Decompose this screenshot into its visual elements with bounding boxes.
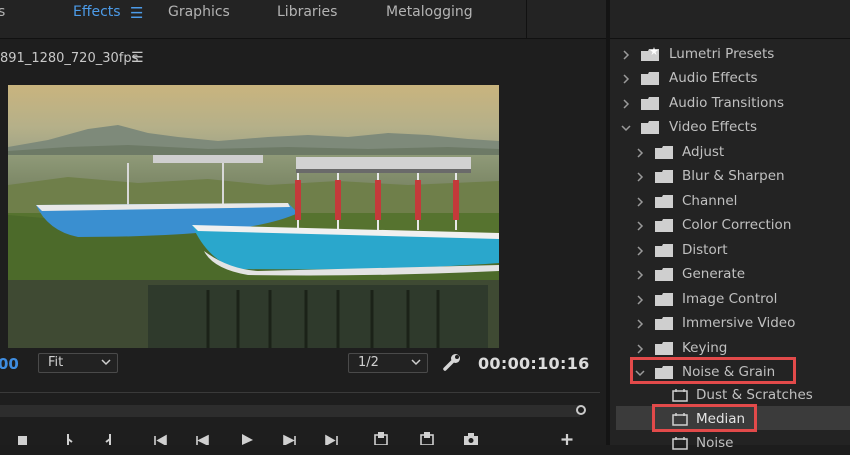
- fit-zoom-dropdown[interactable]: Fit: [38, 353, 118, 373]
- chevron-right-icon: [637, 295, 644, 305]
- folder-icon: [655, 317, 673, 330]
- chevron-right-icon: [637, 344, 644, 354]
- tree-item-label: Noise: [696, 435, 734, 451]
- chevron-down-icon: [101, 359, 111, 366]
- tree-item-label: Adjust: [682, 144, 725, 160]
- tree-item-label: Image Control: [682, 291, 778, 307]
- effect-icon: [672, 389, 688, 402]
- chevron-right-icon: [623, 50, 630, 60]
- chevron-right-icon: [637, 270, 644, 280]
- insert-icon[interactable]: [372, 430, 390, 445]
- resolution-value: 1/2: [358, 355, 379, 370]
- chevron-right-icon: [637, 221, 644, 231]
- resolution-dropdown[interactable]: 1/2: [348, 353, 428, 373]
- tree-item-label: Audio Transitions: [669, 95, 784, 111]
- tree-item-label: Immersive Video: [682, 315, 796, 331]
- go-to-out-icon[interactable]: [322, 430, 340, 445]
- chevron-right-icon: [623, 99, 630, 109]
- topbar-divider: [526, 0, 527, 38]
- tree-item-label: Audio Effects: [669, 70, 758, 86]
- marker-icon[interactable]: [14, 430, 32, 445]
- tree-item-label: Color Correction: [682, 217, 792, 233]
- mark-out-icon[interactable]: [100, 430, 118, 445]
- go-to-in-icon[interactable]: [152, 430, 170, 445]
- scrub-bar[interactable]: [0, 405, 580, 417]
- folder-icon: [655, 195, 673, 208]
- folder-icon: [655, 342, 673, 355]
- workspace-tab-libraries[interactable]: Libraries: [277, 4, 337, 20]
- workspace-tab-partial[interactable]: s: [0, 4, 5, 20]
- duration-timecode: 00:00:10:16: [478, 354, 590, 373]
- workspace-tab-metalogging[interactable]: Metalogging: [386, 4, 473, 20]
- workspace-tab-effects[interactable]: Effects: [73, 4, 121, 20]
- workspace-bar: s Effects ☰ Graphics Libraries Metaloggi…: [0, 0, 850, 39]
- step-back-icon[interactable]: [194, 430, 212, 445]
- fit-zoom-value: Fit: [48, 355, 64, 370]
- workspace-tab-graphics[interactable]: Graphics: [168, 4, 230, 20]
- zoom-handle[interactable]: [576, 405, 586, 415]
- monitor-menu-icon[interactable]: ☰: [131, 50, 144, 66]
- highlight-box-median: [652, 404, 757, 432]
- chevron-down-icon: [411, 359, 421, 366]
- video-preview[interactable]: ​: [8, 85, 499, 348]
- tree-item-label: Lumetri Presets: [669, 46, 775, 62]
- star-folder-icon: [641, 47, 659, 61]
- video-frame-image: ​: [8, 85, 499, 348]
- mark-in-icon[interactable]: [62, 430, 80, 445]
- highlight-box-noise-grain: [630, 357, 796, 384]
- chevron-right-icon: [637, 246, 644, 256]
- folder-icon: [641, 97, 659, 110]
- overwrite-icon[interactable]: [418, 430, 436, 445]
- step-forward-icon[interactable]: [280, 430, 298, 445]
- tree-item-label: Distort: [682, 242, 728, 258]
- folder-icon: [655, 219, 673, 232]
- play-icon[interactable]: [238, 430, 256, 445]
- effects-menu-icon[interactable]: ☰: [130, 4, 143, 22]
- playhead-timecode[interactable]: 00: [0, 355, 19, 373]
- add-button-icon[interactable]: [558, 430, 576, 445]
- effect-icon: [672, 437, 688, 450]
- folder-icon: [655, 244, 673, 257]
- folder-icon: [655, 293, 673, 306]
- chevron-down-icon: [621, 125, 631, 132]
- chevron-right-icon: [637, 319, 644, 329]
- tree-item-label: Channel: [682, 193, 738, 209]
- folder-icon: [641, 72, 659, 85]
- wrench-icon[interactable]: [442, 352, 462, 372]
- monitor-clip-title: 891_1280_720_30fps: [0, 51, 139, 66]
- monitor-time-ruler: [0, 392, 600, 393]
- tree-item-label: Video Effects: [669, 119, 758, 135]
- folder-icon: [655, 170, 673, 183]
- chevron-right-icon: [637, 172, 644, 182]
- chevron-right-icon: [637, 148, 644, 158]
- folder-icon: [655, 146, 673, 159]
- folder-icon: [655, 268, 673, 281]
- chevron-right-icon: [637, 197, 644, 207]
- tree-item-label: Blur & Sharpen: [682, 168, 785, 184]
- chevron-right-icon: [623, 74, 630, 84]
- tree-item-label: Generate: [682, 266, 746, 282]
- folder-icon: [641, 121, 659, 134]
- camera-icon[interactable]: [462, 430, 480, 445]
